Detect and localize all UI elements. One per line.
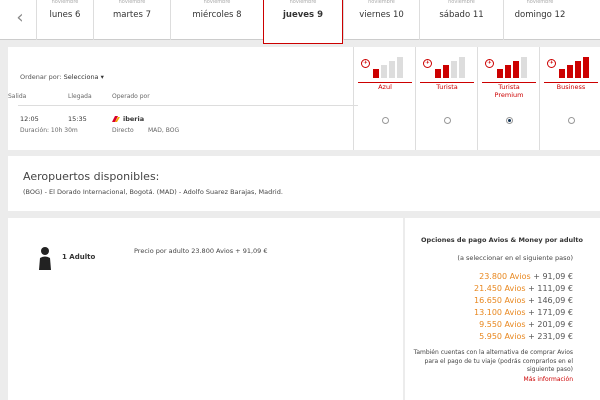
sort-select[interactable]: Selecciona ▾: [64, 73, 104, 81]
fare-signal-icon: ✈: [423, 59, 432, 68]
day-month: noviembre: [289, 0, 317, 5]
day-tab-monday[interactable]: noviembre lunes 6: [36, 0, 93, 40]
fare-name: Business: [556, 83, 586, 91]
day-label: jueves 9: [283, 10, 323, 20]
header-operator: Operado por: [112, 93, 150, 100]
day-month: noviembre: [368, 0, 395, 5]
day-tab-thursday[interactable]: noviembre jueves 9: [263, 0, 343, 44]
buy-avios-note: También cuentas con la alternativa de co…: [413, 349, 573, 373]
previous-week-arrow-icon[interactable]: ‹: [8, 4, 32, 32]
day-label: lunes 6: [49, 10, 81, 20]
flight-duration: Duración: 10h 30m: [20, 127, 78, 134]
fare-name: Turista Premium: [494, 83, 524, 99]
fare-column-business[interactable]: ✈ Business: [539, 47, 600, 150]
fare-column-turista-premium[interactable]: ✈ Turista Premium: [477, 47, 539, 150]
day-month: noviembre: [51, 0, 79, 5]
day-tab-sunday[interactable]: noviembre domingo 12: [503, 0, 576, 40]
more-info-link[interactable]: Más información: [524, 376, 573, 383]
flight-route: MAD, BOG: [148, 127, 180, 134]
day-month: noviembre: [526, 0, 554, 5]
sort-control[interactable]: Ordenar por: Selecciona ▾: [20, 73, 104, 81]
header-departure: Salida: [8, 93, 27, 100]
payment-option: 16.650 Avios + 146,09 €: [474, 296, 573, 305]
day-tab-wednesday[interactable]: noviembre miércoles 8: [170, 0, 263, 40]
payment-subtitle: (a seleccionar en el siguiente paso): [457, 254, 573, 262]
passenger-count: 1 Adulto: [62, 253, 96, 261]
header-divider: [18, 105, 358, 106]
payment-option: 21.450 Avios + 111,09 €: [474, 284, 573, 293]
person-icon: [39, 247, 51, 270]
day-label: miércoles 8: [192, 10, 242, 20]
fare-signal-icon: ✈: [547, 59, 556, 68]
payment-title: Opciones de pago Avios & Money por adult…: [421, 236, 583, 244]
day-label: domingo 12: [514, 10, 566, 20]
flight-type: Directo: [112, 127, 134, 134]
day-label: martes 7: [112, 10, 152, 20]
day-label: viernes 10: [359, 10, 404, 20]
arrival-time: 15:35: [68, 115, 87, 123]
fare-name: Turista: [436, 83, 458, 91]
fare-signal-icon: ✈: [485, 59, 494, 68]
header-arrival: Llegada: [68, 93, 92, 100]
fare-column-azul[interactable]: ✈ Azul: [353, 47, 415, 150]
date-selector: ‹ noviembre lunes 6 noviembre martes 7 n…: [0, 0, 600, 44]
fare-radio-turista[interactable]: [444, 117, 451, 124]
day-tab-saturday[interactable]: noviembre sábado 11: [419, 0, 503, 40]
sort-label: Ordenar por:: [20, 73, 62, 81]
payment-option: 5.950 Avios + 231,09 €: [479, 332, 573, 341]
operator-name: iberia: [123, 115, 145, 123]
fare-name: Azul: [378, 83, 392, 91]
payment-option: 9.550 Avios + 201,09 €: [479, 320, 573, 329]
iberia-logo-icon: [112, 116, 120, 122]
fare-signal-icon: ✈: [361, 59, 370, 68]
day-month: noviembre: [448, 0, 475, 5]
departure-time: 12:05: [20, 115, 39, 123]
fare-column-turista[interactable]: ✈ Turista: [415, 47, 477, 150]
payment-option: 13.100 Avios + 171,09 €: [474, 308, 573, 317]
day-tab-friday[interactable]: noviembre viernes 10: [343, 0, 419, 40]
day-month: noviembre: [118, 0, 146, 5]
price-summary-panel: 1 Adulto Precio por adulto 23.800 Avios …: [8, 218, 403, 400]
day-label: sábado 11: [439, 10, 484, 20]
day-month: noviembre: [203, 0, 231, 5]
flight-results-panel: Ordenar por: Selecciona ▾ Salida Llegada…: [8, 47, 600, 150]
fare-radio-business[interactable]: [568, 117, 575, 124]
fare-radio-turista-premium[interactable]: [506, 117, 513, 124]
fare-radio-azul[interactable]: [382, 117, 389, 124]
price-per-adult: Precio por adulto 23.800 Avios + 91,09 €: [134, 247, 268, 255]
airports-title: Aeropuertos disponibles:: [23, 170, 160, 183]
airports-list: (BOG) - El Dorado Internacional, Bogotá.…: [23, 188, 283, 196]
payment-options-panel: Opciones de pago Avios & Money por adult…: [405, 218, 600, 400]
payment-option: 23.800 Avios + 91,09 €: [479, 272, 573, 281]
airports-panel: Aeropuertos disponibles: (BOG) - El Dora…: [8, 156, 600, 211]
day-tab-tuesday[interactable]: noviembre martes 7: [93, 0, 170, 40]
